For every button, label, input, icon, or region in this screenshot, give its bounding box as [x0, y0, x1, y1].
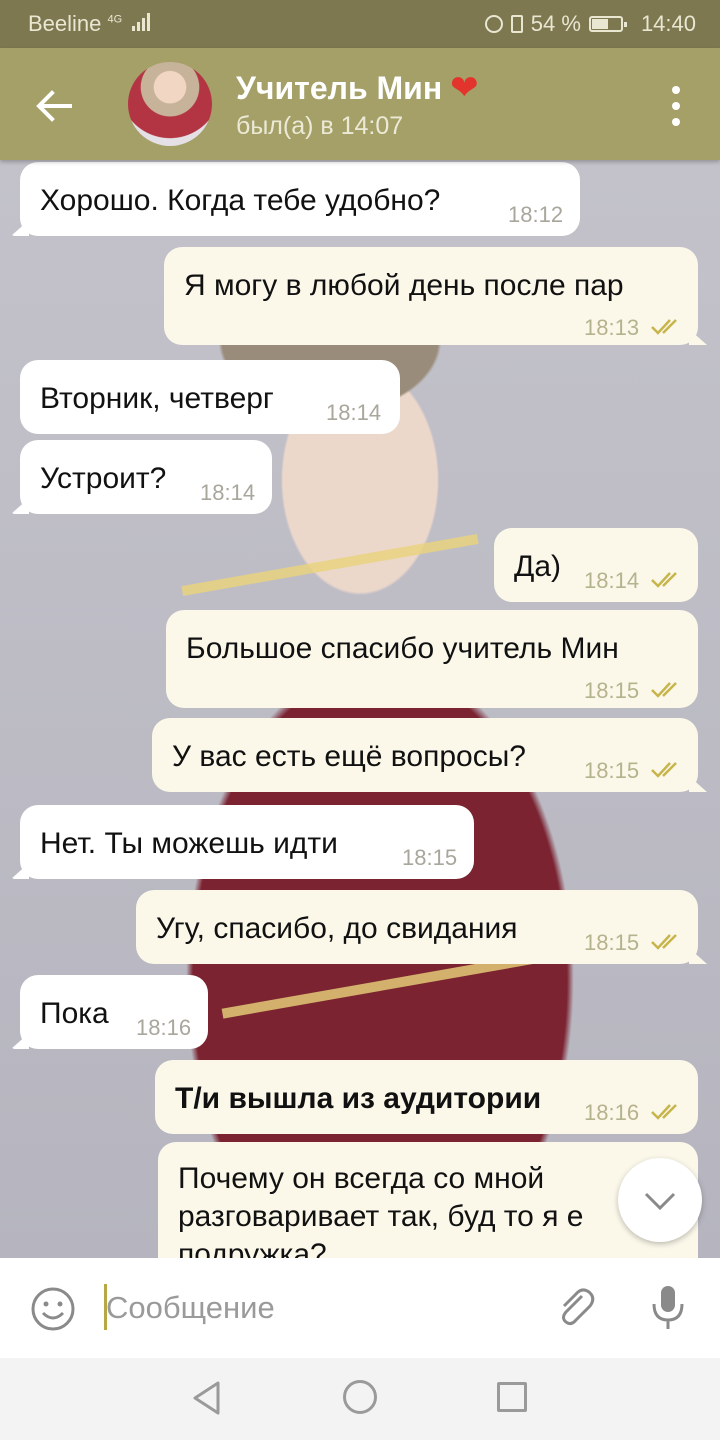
message-outgoing[interactable]: Я могу в любой день после пар 18:13 [164, 247, 698, 345]
message-time: 18:15 [584, 678, 640, 703]
message-text: Устроит? [40, 462, 167, 495]
nav-home-icon[interactable] [343, 1380, 377, 1414]
carrier-label: Beeline 4G [28, 11, 151, 37]
message-outgoing[interactable]: Да) 18:14 [494, 528, 698, 602]
read-ticks-icon [651, 934, 677, 950]
message-incoming[interactable]: Пока 18:16 [20, 975, 208, 1049]
system-nav-bar [0, 1358, 720, 1440]
heart-emoji: ❤ [450, 69, 479, 107]
message-time: 18:16 [136, 1015, 192, 1040]
network-type: 4G [107, 13, 123, 26]
read-ticks-icon [651, 762, 677, 778]
vibrate-icon [510, 15, 523, 33]
message-time: 18:14 [584, 568, 640, 593]
message-text-line: подружка? [178, 1238, 327, 1258]
message-incoming[interactable]: Нет. Ты можешь идти 18:15 [20, 805, 474, 879]
read-ticks-icon [651, 319, 677, 335]
message-outgoing[interactable]: Угу, спасибо, до свидания 18:15 [136, 890, 698, 964]
nav-back-icon[interactable] [190, 1380, 224, 1416]
nav-recents-icon[interactable] [497, 1382, 527, 1412]
message-text: Угу, спасибо, до свидания [156, 912, 518, 945]
message-time: 18:15 [584, 758, 640, 783]
message-text: Хорошо. Когда тебе удобно? [40, 184, 441, 217]
message-text: Нет. Ты можешь идти [40, 827, 338, 860]
battery-icon [588, 16, 627, 32]
signal-icon [132, 13, 151, 31]
message-time: 18:16 [584, 1100, 640, 1125]
message-time: 18:13 [584, 315, 640, 340]
attach-icon[interactable] [552, 1284, 598, 1330]
message-text: Я могу в любой день после пар [184, 269, 624, 302]
message-incoming[interactable]: Вторник, четверг 18:14 [20, 360, 400, 434]
message-time: 18:14 [200, 480, 256, 505]
chevron-down-icon [644, 1192, 676, 1211]
scroll-to-bottom-button[interactable] [618, 1158, 702, 1242]
contact-title[interactable]: Учитель Мин ❤ [236, 68, 479, 108]
message-outgoing[interactable]: Т/и вышла из аудитории 18:16 [155, 1060, 698, 1134]
message-time: 18:14 [326, 400, 382, 425]
message-text: Да) [514, 550, 561, 583]
read-ticks-icon [651, 572, 677, 588]
emoji-icon[interactable] [30, 1286, 76, 1332]
message-text-line: разговаривает так, буд то я е [178, 1200, 584, 1233]
wallpaper-stripe [181, 534, 479, 596]
status-right: 54 % 14:40 [484, 11, 696, 37]
alarm-icon [484, 15, 503, 33]
message-incoming[interactable]: Хорошо. Когда тебе удобно? 18:12 [20, 162, 580, 236]
microphone-icon[interactable] [648, 1282, 688, 1332]
message-time: 18:15 [402, 845, 458, 870]
more-options-icon[interactable] [670, 86, 682, 126]
message-text: Вторник, четверг [40, 382, 274, 415]
message-text: У вас есть ещё вопросы? [172, 740, 526, 773]
message-time: 18:12 [508, 202, 564, 227]
battery-percent: 54 % [530, 11, 581, 36]
message-input[interactable]: Сообщение [106, 1290, 275, 1326]
message-text-line: Почему он всегда со мной [178, 1162, 545, 1195]
contact-avatar[interactable] [128, 62, 212, 146]
read-ticks-icon [651, 682, 677, 698]
message-text: Большое спасибо учитель Мин [186, 632, 619, 665]
status-bar: Beeline 4G 54 % 14:40 [0, 0, 720, 48]
contact-name: Учитель Мин [236, 69, 443, 106]
chat-area[interactable]: Хорошо. Когда тебе удобно? 18:12 Я могу … [0, 160, 720, 1258]
message-time: 18:15 [584, 930, 640, 955]
message-outgoing[interactable]: У вас есть ещё вопросы? 18:15 [152, 718, 698, 792]
message-incoming[interactable]: Устроит? 18:14 [20, 440, 272, 514]
last-seen-status: был(а) в 14:07 [236, 112, 404, 140]
read-ticks-icon [651, 1104, 677, 1120]
message-text: Т/и вышла из аудитории [175, 1082, 542, 1115]
message-outgoing[interactable]: Большое спасибо учитель Мин 18:15 [166, 610, 698, 708]
message-text: Пока [40, 997, 109, 1030]
clock: 14:40 [640, 11, 696, 36]
message-outgoing[interactable]: Почему он всегда со мной разговаривает т… [158, 1142, 698, 1258]
carrier-name: Beeline [28, 11, 102, 36]
back-arrow-icon[interactable] [30, 82, 78, 130]
chat-header: Учитель Мин ❤ был(а) в 14:07 [0, 48, 720, 160]
message-input-bar: Сообщение [0, 1258, 720, 1358]
